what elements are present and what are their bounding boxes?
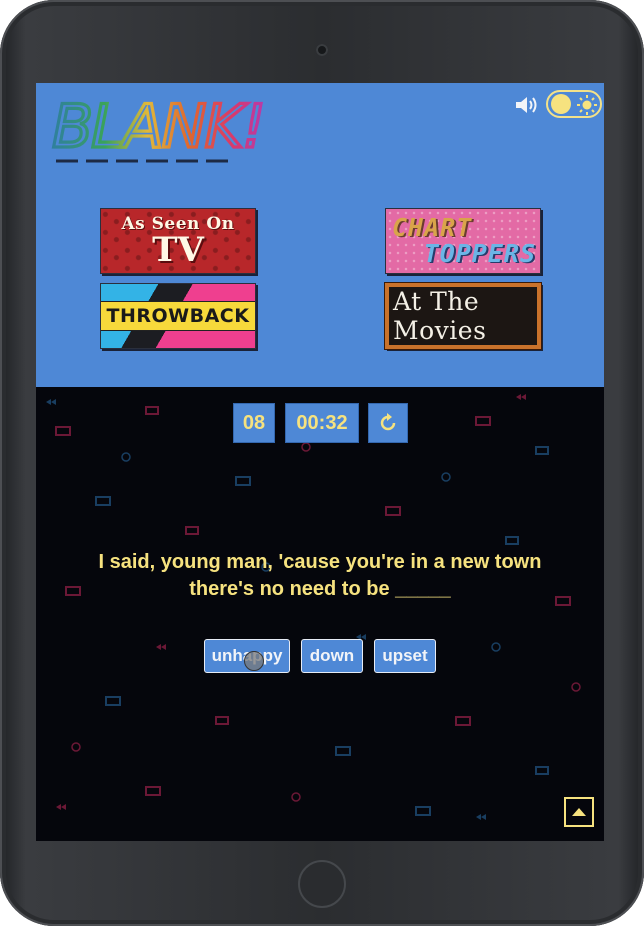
- tablet-frame: BLANK! As Seen On TV CHART TOPPERS THROW…: [0, 0, 644, 926]
- score-counter: 08: [233, 403, 275, 443]
- restart-button[interactable]: [368, 403, 408, 443]
- logo-text: BLANK!: [52, 93, 264, 162]
- category-movies-button[interactable]: At The Movies: [385, 283, 541, 349]
- restart-icon: [380, 413, 396, 431]
- category-throwback-button[interactable]: THROWBACK: [100, 283, 256, 349]
- background-pattern: [46, 394, 581, 820]
- category-throwback-label: THROWBACK: [101, 301, 255, 331]
- category-chart-toppers-button[interactable]: CHART TOPPERS: [385, 208, 541, 274]
- camera-dot: [316, 44, 328, 56]
- app-screen: BLANK! As Seen On TV CHART TOPPERS THROW…: [36, 83, 604, 841]
- volume-up-icon[interactable]: [514, 94, 538, 116]
- category-chart-line1: CHART: [392, 213, 473, 242]
- choice-button-2[interactable]: down: [301, 639, 363, 673]
- mouse-cursor: [244, 651, 264, 671]
- arrow-up-icon: [572, 808, 586, 816]
- game-area: 08 00:32 I said, young man, 'cause you'r…: [36, 387, 604, 841]
- header: BLANK! As Seen On TV CHART TOPPERS THROW…: [36, 83, 604, 387]
- category-chart-line2: TOPPERS: [423, 239, 536, 268]
- sun-icon: [577, 95, 597, 115]
- lyric-prompt: I said, young man, 'cause you're in a ne…: [98, 551, 542, 600]
- category-movies-label: At The Movies: [389, 287, 537, 345]
- timer-display: 00:32: [285, 403, 359, 443]
- category-tv-line2: TV: [152, 230, 204, 270]
- home-button[interactable]: [298, 860, 346, 908]
- blank-logo: BLANK!: [50, 93, 267, 164]
- scroll-to-top-button[interactable]: [564, 797, 594, 827]
- category-tv-button[interactable]: As Seen On TV: [100, 208, 256, 274]
- choice-button-3[interactable]: upset: [374, 639, 436, 673]
- theme-toggle[interactable]: [546, 90, 602, 118]
- toggle-knob: [551, 94, 571, 114]
